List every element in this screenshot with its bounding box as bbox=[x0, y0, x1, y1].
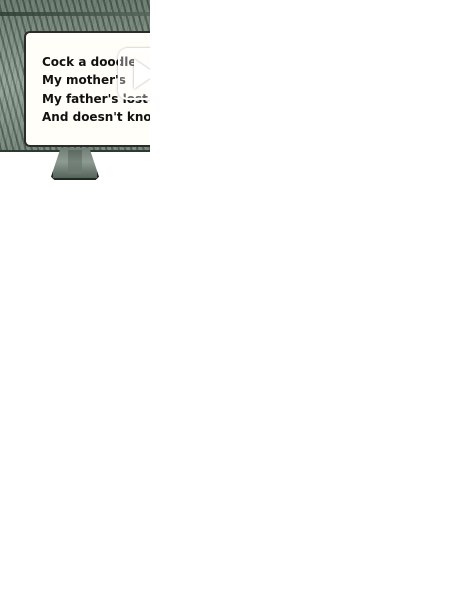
play-button[interactable] bbox=[118, 48, 150, 100]
illustration-panel: Cock a doodle My mother's My father's lo… bbox=[0, 0, 150, 181]
play-icon bbox=[134, 59, 150, 89]
wall-line bbox=[0, 12, 150, 16]
sign-stand-shadow bbox=[68, 150, 82, 174]
storybook-illustration: Cock a doodle My mother's My father's lo… bbox=[0, 0, 150, 152]
verse-line-4: And doesn't know bbox=[42, 109, 150, 124]
